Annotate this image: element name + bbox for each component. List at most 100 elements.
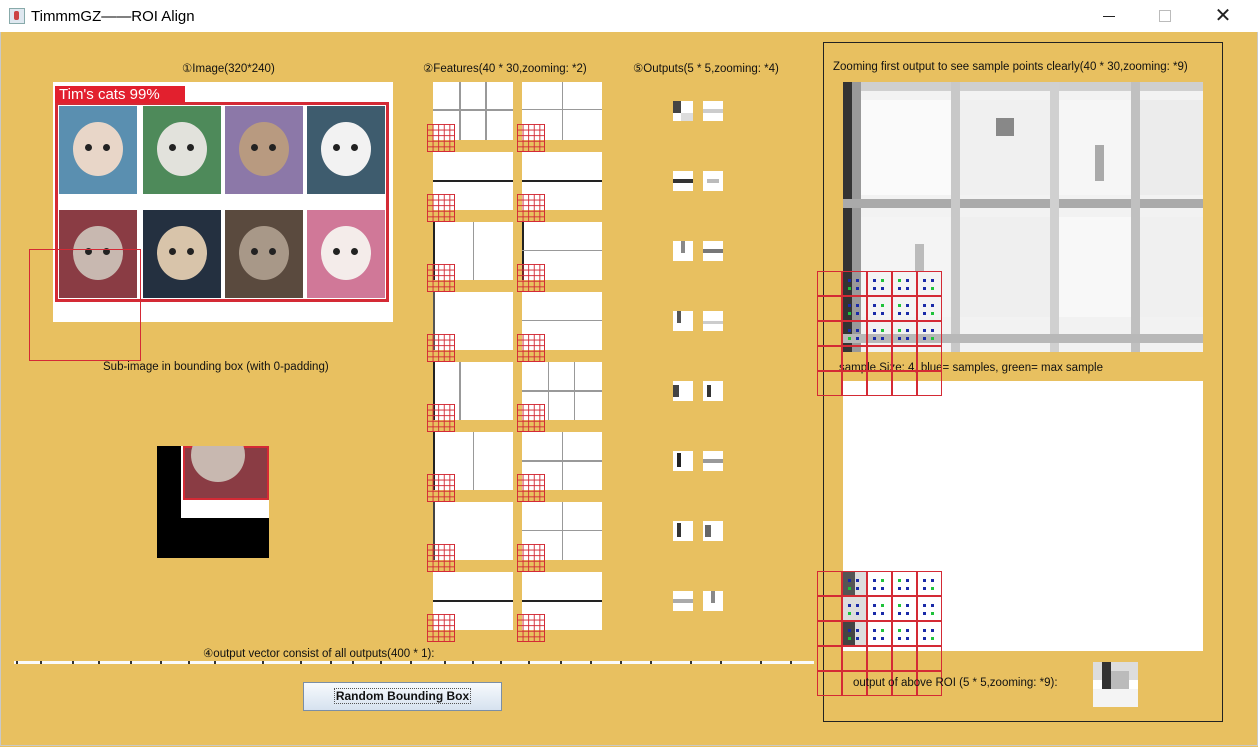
vector-bit — [72, 661, 74, 664]
sample-dot — [923, 329, 926, 332]
sample-dot — [931, 304, 934, 307]
output-cell — [703, 591, 723, 611]
sample-dot — [931, 287, 934, 290]
detection-tag: Tim's cats 99% — [55, 86, 185, 103]
sample-dot — [931, 612, 934, 615]
close-button[interactable]: ✕ — [1200, 0, 1246, 32]
sample-dot — [931, 329, 934, 332]
roi-grid — [517, 124, 545, 152]
sample-dot — [848, 637, 851, 640]
roi-grid — [517, 474, 545, 502]
vector-bit — [620, 661, 622, 664]
sample-dot — [923, 279, 926, 282]
random-bounding-box-button[interactable]: Random Bounding Box — [303, 682, 502, 711]
roi-grid — [427, 404, 455, 432]
sample-dot — [923, 312, 926, 315]
sample-dot — [881, 304, 884, 307]
sample-dot — [931, 579, 934, 582]
sample-dot — [881, 287, 884, 290]
sample-dot — [923, 637, 926, 640]
sample-dot — [923, 287, 926, 290]
sample-dot — [923, 304, 926, 307]
vector-section-label: ④output vector consist of all outputs(40… — [203, 648, 435, 660]
sample-dot — [881, 312, 884, 315]
sample-dot — [881, 629, 884, 632]
vector-bit — [40, 661, 42, 664]
vector-bit — [720, 661, 722, 664]
sample-dot — [906, 604, 909, 607]
vector-bit — [590, 661, 592, 664]
subimage-label: Sub-image in bounding box (with 0-paddin… — [103, 361, 329, 373]
sample-dot — [881, 337, 884, 340]
output-cell — [703, 381, 723, 401]
roi-grid — [517, 264, 545, 292]
sample-dot — [848, 587, 851, 590]
sample-dot — [873, 587, 876, 590]
sample-dot — [848, 312, 851, 315]
sample-dot — [898, 604, 901, 607]
sample-dot — [856, 604, 859, 607]
sample-dot — [856, 637, 859, 640]
sample-dot — [848, 612, 851, 615]
random-button-label: Random Bounding Box — [333, 688, 472, 704]
output-cell — [673, 381, 693, 401]
sample-dot — [931, 337, 934, 340]
output-cell — [703, 451, 723, 471]
sample-dot — [923, 587, 926, 590]
output-vector — [14, 661, 814, 664]
sample-dot — [931, 629, 934, 632]
vector-bit — [472, 661, 474, 664]
vector-bit — [300, 661, 302, 664]
roi-grid — [427, 194, 455, 222]
sample-dot — [873, 312, 876, 315]
sample-dot — [923, 629, 926, 632]
maximize-button[interactable] — [1142, 0, 1188, 32]
vector-bit — [214, 661, 216, 664]
vector-bit — [130, 661, 132, 664]
sample-dot — [898, 329, 901, 332]
sample-dot — [931, 279, 934, 282]
output-cell — [673, 451, 693, 471]
vector-bit — [380, 661, 382, 664]
vector-bit — [500, 661, 502, 664]
app-java-icon — [9, 8, 25, 24]
sample-dot — [898, 579, 901, 582]
sample-dot — [906, 579, 909, 582]
sample-dot — [898, 337, 901, 340]
output-cell — [673, 311, 693, 331]
roi-grid — [427, 544, 455, 572]
sample-dot — [923, 604, 926, 607]
sample-dot — [856, 579, 859, 582]
sample-dot — [881, 279, 884, 282]
sample-dot — [873, 337, 876, 340]
vector-bit — [444, 661, 446, 664]
roi-grid — [427, 474, 455, 502]
sample-dot — [856, 629, 859, 632]
sample-dot — [848, 279, 851, 282]
vector-bit — [188, 661, 190, 664]
sample-dot — [906, 287, 909, 290]
minimize-button[interactable] — [1086, 0, 1132, 32]
sample-dot — [873, 579, 876, 582]
sample-dot — [906, 279, 909, 282]
roi-bounding-box[interactable] — [29, 249, 141, 361]
vector-bit — [262, 661, 264, 664]
sample-dot — [931, 637, 934, 640]
roi-grid — [427, 614, 455, 642]
output-cell — [703, 241, 723, 261]
sample-dot — [906, 587, 909, 590]
sample-dot — [873, 304, 876, 307]
sample-dot — [856, 279, 859, 282]
sample-dot — [898, 629, 901, 632]
sample-dot — [898, 587, 901, 590]
output-cell — [673, 591, 693, 611]
sample-dot — [906, 629, 909, 632]
sample-dot — [856, 287, 859, 290]
vector-bit — [330, 661, 332, 664]
sample-dot — [873, 287, 876, 290]
sample-dot — [881, 579, 884, 582]
output-cell — [673, 171, 693, 191]
sample-dot — [848, 604, 851, 607]
roi-grid — [517, 614, 545, 642]
vector-bit — [760, 661, 762, 664]
